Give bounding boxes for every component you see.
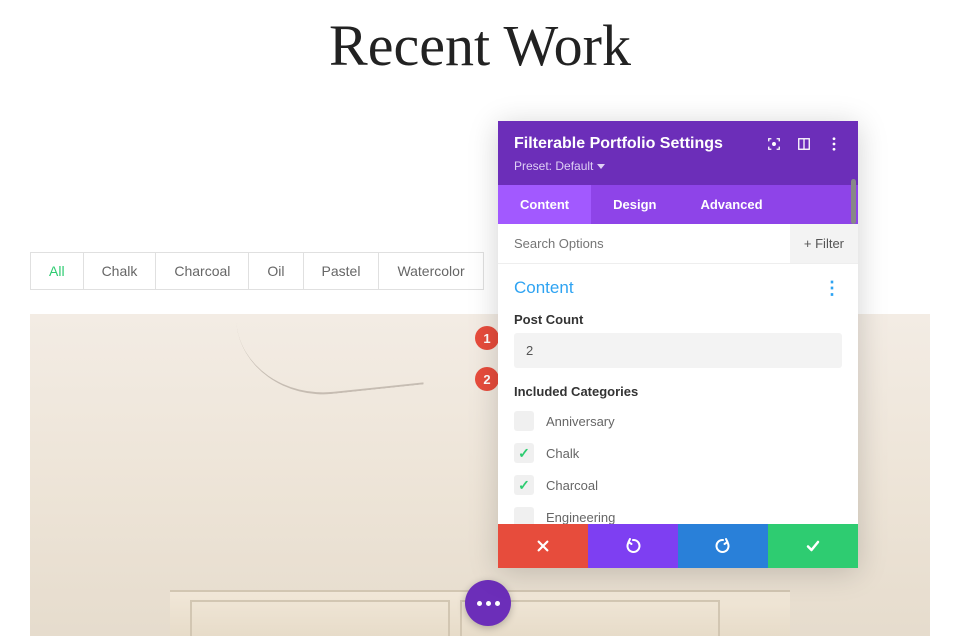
- filter-oil[interactable]: Oil: [249, 252, 303, 290]
- scrollbar[interactable]: [851, 179, 856, 224]
- tab-advanced[interactable]: Advanced: [678, 185, 784, 224]
- preset-label: Preset: Default: [514, 159, 593, 173]
- category-label: Charcoal: [546, 478, 598, 493]
- filter-watercolor[interactable]: Watercolor: [379, 252, 483, 290]
- filter-charcoal[interactable]: Charcoal: [156, 252, 249, 290]
- annotation-2: 2: [475, 367, 499, 391]
- checkbox-checked-icon: [514, 475, 534, 495]
- tab-design[interactable]: Design: [591, 185, 678, 224]
- preset-selector[interactable]: Preset: Default: [514, 159, 842, 173]
- category-charcoal[interactable]: Charcoal: [514, 469, 842, 501]
- module-settings-fab[interactable]: [465, 580, 511, 626]
- redo-button[interactable]: [678, 524, 768, 568]
- tab-content[interactable]: Content: [498, 185, 591, 224]
- annotation-1: 1: [475, 326, 499, 350]
- search-input[interactable]: [498, 224, 790, 263]
- checkbox-checked-icon: [514, 443, 534, 463]
- filter-chalk[interactable]: Chalk: [84, 252, 157, 290]
- category-engineering[interactable]: Engineering: [514, 501, 842, 524]
- checkbox-icon: [514, 507, 534, 524]
- panel-header: Filterable Portfolio Settings Preset: De…: [498, 121, 858, 185]
- section-menu-icon[interactable]: ⋮: [823, 284, 842, 292]
- focus-icon[interactable]: [766, 136, 782, 152]
- undo-button[interactable]: [588, 524, 678, 568]
- filter-button[interactable]: + Filter: [790, 224, 858, 263]
- included-categories-label: Included Categories: [514, 384, 842, 399]
- category-label: Anniversary: [546, 414, 615, 429]
- panel-title: Filterable Portfolio Settings: [514, 135, 723, 153]
- category-label: Engineering: [546, 510, 615, 525]
- cancel-button[interactable]: [498, 524, 588, 568]
- kebab-menu-icon[interactable]: [826, 136, 842, 152]
- panel-body: Content ⋮ Post Count Included Categories…: [498, 264, 858, 524]
- section-title-content[interactable]: Content: [514, 278, 574, 298]
- panel-tabs: Content Design Advanced: [498, 185, 858, 224]
- layout-icon[interactable]: [796, 136, 812, 152]
- portfolio-filter-bar: All Chalk Charcoal Oil Pastel Watercolor: [30, 252, 484, 290]
- filter-pastel[interactable]: Pastel: [304, 252, 380, 290]
- category-chalk[interactable]: Chalk: [514, 437, 842, 469]
- settings-panel: Filterable Portfolio Settings Preset: De…: [498, 121, 858, 568]
- panel-footer: [498, 524, 858, 568]
- checkbox-icon: [514, 411, 534, 431]
- chevron-down-icon: [597, 164, 605, 169]
- category-anniversary[interactable]: Anniversary: [514, 405, 842, 437]
- save-button[interactable]: [768, 524, 858, 568]
- category-label: Chalk: [546, 446, 579, 461]
- post-count-label: Post Count: [514, 312, 842, 327]
- filter-all[interactable]: All: [30, 252, 84, 290]
- page-title: Recent Work: [0, 12, 960, 79]
- post-count-input[interactable]: [514, 333, 842, 368]
